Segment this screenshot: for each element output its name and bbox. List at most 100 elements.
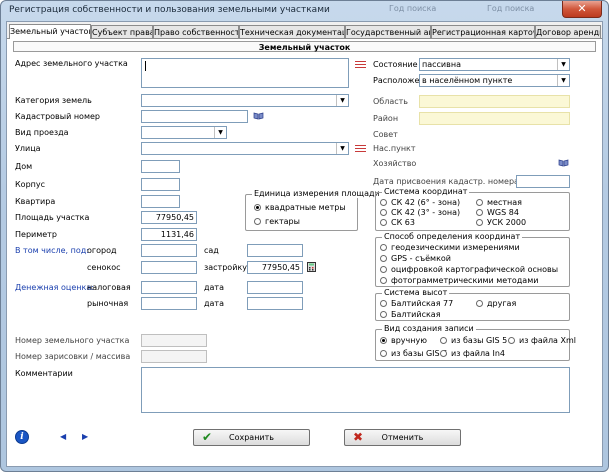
cancel-button[interactable]: ✖ Отменить [344,429,461,446]
radio-icon [380,277,387,284]
comments-field[interactable] [141,367,570,413]
radio-wgs84[interactable]: WGS 84 [476,208,519,218]
radio-gis5[interactable]: из базы GIS 5 [440,336,507,346]
orchard-input[interactable] [247,244,303,257]
money-label: Денежная оценка: [15,283,94,292]
radio-icon [254,218,261,225]
sketch-number-label: Номер зарисовки / массива [15,352,131,361]
chevron-down-icon[interactable]: ▼ [336,143,348,154]
tab-land-plot[interactable]: Земельный участок [9,24,91,39]
calculator-icon[interactable] [307,262,316,272]
radio-geodetic[interactable]: геодезическими измерениями [380,243,520,253]
radio-label: вручную [391,336,427,345]
apartment-input[interactable] [141,195,180,208]
radio-digitizing[interactable]: оцифровкой картографической основы [380,265,558,275]
market-value-input[interactable] [141,297,197,310]
book-icon[interactable] [253,112,264,120]
radio-manual[interactable]: вручную [380,336,427,346]
radio-label: квадратные метры [265,203,346,212]
cross-icon: ✖ [353,430,364,444]
comments-label: Комментарии [15,369,73,378]
radio-icon [476,300,483,307]
radio-label: из файла In4 [451,349,506,358]
orchard-label: сад [204,246,219,255]
close-button[interactable]: ✕ [562,1,602,18]
tab-subject[interactable]: Субъект права [91,25,153,38]
radio-label: СК 42 (3° - зона) [391,208,461,217]
market-label: рыночная [87,299,129,308]
radio-icon [476,219,483,226]
category-select[interactable]: ▼ [141,94,349,107]
background-text: Год поиска [389,4,437,13]
location-select[interactable]: в населённом пункте ▼ [419,74,570,87]
district-field [419,112,570,125]
tax-value-input[interactable] [141,281,197,294]
tab-reg-card[interactable]: Регистрационная карточка [431,25,535,38]
district-label: Район [373,114,399,123]
chevron-down-icon[interactable]: ▼ [557,59,569,70]
area-input[interactable]: 77950,45 [141,211,197,224]
built-input[interactable]: 77950,45 [247,261,303,274]
building-input[interactable] [141,178,180,191]
prev-record-button[interactable]: ◀ [60,432,66,441]
edit-address-icon[interactable] [355,61,366,69]
radio-label: Балтийская 77 [391,299,454,308]
settlement-label: Нас.пункт [373,144,416,153]
info-icon[interactable]: i [15,430,29,444]
cad-date-input[interactable] [516,175,570,188]
title-bar: Регистрация собственности и пользования … [1,1,608,20]
tax-label: налоговая [87,283,131,292]
cadastral-number-input[interactable] [141,110,248,123]
cancel-label: Отменить [381,433,424,442]
radio-hectares[interactable]: гектары [254,217,300,227]
radio-photogrammetry[interactable]: фотограмметрическими методами [380,276,538,286]
radio-xml[interactable]: из файла Xml [508,336,576,346]
book-icon[interactable] [558,159,569,167]
tax-date-input[interactable] [247,281,303,294]
section-title: Земельный участок [13,41,596,52]
radio-baltic[interactable]: Балтийская [380,310,441,320]
radio-square-meters[interactable]: квадратные метры [254,203,346,213]
perimeter-input[interactable]: 1131,46 [141,228,197,241]
radio-sk42-6[interactable]: СК 42 (6° - зона) [380,198,460,208]
hayfield-input[interactable] [141,261,197,274]
radio-icon [380,244,387,251]
radio-sk63[interactable]: СК 63 [380,218,415,228]
state-select[interactable]: пассивна ▼ [419,58,570,71]
cadastral-label: Кадастровый номер [15,112,100,121]
entrance-select[interactable]: ▼ [141,126,227,139]
street-label: Улица [15,144,41,153]
next-record-button[interactable]: ▶ [82,432,88,441]
built-label: застройку [204,263,247,272]
entrance-label: Вид проезда [15,128,69,137]
house-input[interactable] [141,160,180,173]
tab-ownership[interactable]: Право собственности [153,25,239,38]
radio-other[interactable]: другая [476,299,516,309]
window-title: Регистрация собственности и пользования … [9,5,330,15]
radio-in4[interactable]: из файла In4 [440,349,505,359]
chevron-down-icon[interactable]: ▼ [336,95,348,106]
radio-usk2000[interactable]: УСК 2000 [476,218,526,228]
market-date-input[interactable] [247,297,303,310]
radio-gis6[interactable]: из базы GIS 6 [380,349,447,359]
radio-gps[interactable]: GPS - съёмкой [380,254,451,264]
radio-label: из базы GIS 5 [451,336,508,345]
address-field[interactable] [141,58,349,88]
radio-sk42-3[interactable]: СК 42 (3° - зона) [380,208,460,218]
radio-label: из базы GIS 6 [391,349,448,358]
chevron-down-icon[interactable]: ▼ [214,127,226,138]
save-button[interactable]: ✔ Сохранить [193,429,310,446]
radio-baltic77[interactable]: Балтийская 77 [380,299,453,309]
radio-label: другая [487,299,517,308]
tab-lease[interactable]: Договор аренды [535,25,601,38]
perimeter-label: Периметр [15,230,57,239]
edit-street-icon[interactable] [355,145,366,153]
radio-local[interactable]: местная [476,198,522,208]
radio-icon [254,204,261,211]
height-system-group: Система высот Балтийская 77 другая Балти… [375,288,570,321]
chevron-down-icon[interactable]: ▼ [557,75,569,86]
street-select[interactable]: ▼ [141,142,349,155]
tab-state-act[interactable]: Государственный акт [345,25,431,38]
tab-tech-docs[interactable]: Техническая документация [239,25,345,38]
garden-input[interactable] [141,244,197,257]
